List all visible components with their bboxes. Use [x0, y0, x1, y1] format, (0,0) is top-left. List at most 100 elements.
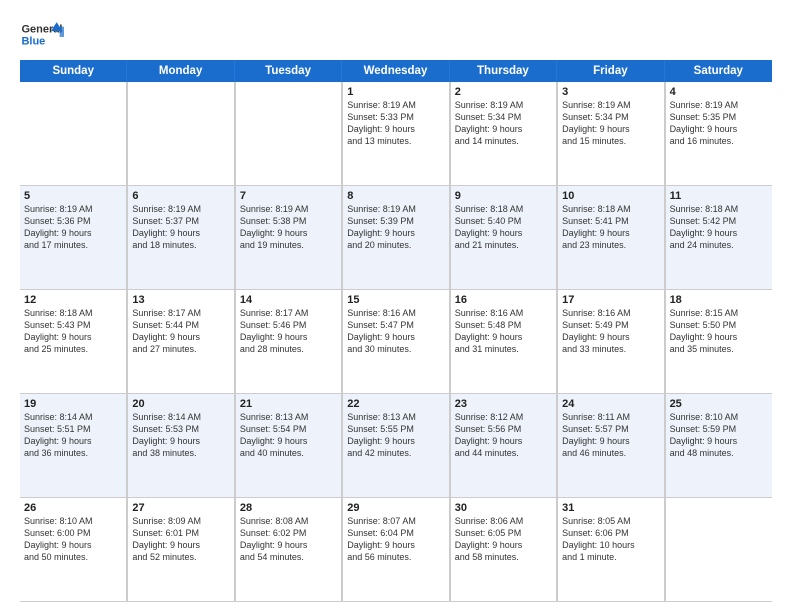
- day-cell-17: 17Sunrise: 8:16 AM Sunset: 5:49 PM Dayli…: [557, 290, 664, 394]
- day-cell-13: 13Sunrise: 8:17 AM Sunset: 5:44 PM Dayli…: [127, 290, 234, 394]
- day-cell-25: 25Sunrise: 8:10 AM Sunset: 5:59 PM Dayli…: [665, 394, 772, 498]
- day-number: 8: [347, 190, 444, 202]
- day-cell-28: 28Sunrise: 8:08 AM Sunset: 6:02 PM Dayli…: [235, 498, 342, 602]
- empty-cell: [20, 82, 127, 186]
- weekday-header-tuesday: Tuesday: [235, 60, 342, 82]
- day-info: Sunrise: 8:17 AM Sunset: 5:44 PM Dayligh…: [132, 307, 229, 356]
- day-number: 7: [240, 190, 337, 202]
- day-info: Sunrise: 8:05 AM Sunset: 6:06 PM Dayligh…: [562, 515, 659, 564]
- day-info: Sunrise: 8:16 AM Sunset: 5:47 PM Dayligh…: [347, 307, 444, 356]
- day-info: Sunrise: 8:16 AM Sunset: 5:49 PM Dayligh…: [562, 307, 659, 356]
- day-number: 31: [562, 502, 659, 514]
- day-cell-24: 24Sunrise: 8:11 AM Sunset: 5:57 PM Dayli…: [557, 394, 664, 498]
- logo: General Blue: [20, 16, 64, 52]
- day-number: 20: [132, 398, 229, 410]
- day-cell-3: 3Sunrise: 8:19 AM Sunset: 5:34 PM Daylig…: [557, 82, 664, 186]
- day-cell-31: 31Sunrise: 8:05 AM Sunset: 6:06 PM Dayli…: [557, 498, 664, 602]
- weekday-header-monday: Monday: [127, 60, 234, 82]
- day-cell-1: 1Sunrise: 8:19 AM Sunset: 5:33 PM Daylig…: [342, 82, 449, 186]
- weekday-header-wednesday: Wednesday: [342, 60, 449, 82]
- day-number: 11: [670, 190, 768, 202]
- day-info: Sunrise: 8:16 AM Sunset: 5:48 PM Dayligh…: [455, 307, 552, 356]
- day-info: Sunrise: 8:19 AM Sunset: 5:39 PM Dayligh…: [347, 203, 444, 252]
- day-info: Sunrise: 8:15 AM Sunset: 5:50 PM Dayligh…: [670, 307, 768, 356]
- day-number: 24: [562, 398, 659, 410]
- weekday-header-friday: Friday: [557, 60, 664, 82]
- day-number: 4: [670, 86, 768, 98]
- day-number: 25: [670, 398, 768, 410]
- day-cell-18: 18Sunrise: 8:15 AM Sunset: 5:50 PM Dayli…: [665, 290, 772, 394]
- day-info: Sunrise: 8:17 AM Sunset: 5:46 PM Dayligh…: [240, 307, 337, 356]
- day-number: 29: [347, 502, 444, 514]
- day-number: 28: [240, 502, 337, 514]
- day-number: 19: [24, 398, 122, 410]
- day-number: 2: [455, 86, 552, 98]
- day-cell-16: 16Sunrise: 8:16 AM Sunset: 5:48 PM Dayli…: [450, 290, 557, 394]
- day-cell-29: 29Sunrise: 8:07 AM Sunset: 6:04 PM Dayli…: [342, 498, 449, 602]
- day-number: 14: [240, 294, 337, 306]
- day-info: Sunrise: 8:13 AM Sunset: 5:55 PM Dayligh…: [347, 411, 444, 460]
- day-info: Sunrise: 8:09 AM Sunset: 6:01 PM Dayligh…: [132, 515, 229, 564]
- page: General Blue SundayMondayTuesdayWednesda…: [0, 0, 792, 612]
- calendar-header: SundayMondayTuesdayWednesdayThursdayFrid…: [20, 60, 772, 82]
- calendar-body: 1Sunrise: 8:19 AM Sunset: 5:33 PM Daylig…: [20, 82, 772, 602]
- day-cell-10: 10Sunrise: 8:18 AM Sunset: 5:41 PM Dayli…: [557, 186, 664, 290]
- day-number: 22: [347, 398, 444, 410]
- day-info: Sunrise: 8:13 AM Sunset: 5:54 PM Dayligh…: [240, 411, 337, 460]
- day-info: Sunrise: 8:19 AM Sunset: 5:37 PM Dayligh…: [132, 203, 229, 252]
- day-cell-26: 26Sunrise: 8:10 AM Sunset: 6:00 PM Dayli…: [20, 498, 127, 602]
- day-number: 3: [562, 86, 659, 98]
- day-cell-9: 9Sunrise: 8:18 AM Sunset: 5:40 PM Daylig…: [450, 186, 557, 290]
- day-info: Sunrise: 8:18 AM Sunset: 5:41 PM Dayligh…: [562, 203, 659, 252]
- day-info: Sunrise: 8:07 AM Sunset: 6:04 PM Dayligh…: [347, 515, 444, 564]
- day-info: Sunrise: 8:19 AM Sunset: 5:34 PM Dayligh…: [562, 99, 659, 148]
- empty-cell: [235, 82, 342, 186]
- day-info: Sunrise: 8:11 AM Sunset: 5:57 PM Dayligh…: [562, 411, 659, 460]
- day-cell-8: 8Sunrise: 8:19 AM Sunset: 5:39 PM Daylig…: [342, 186, 449, 290]
- day-number: 17: [562, 294, 659, 306]
- day-cell-14: 14Sunrise: 8:17 AM Sunset: 5:46 PM Dayli…: [235, 290, 342, 394]
- day-info: Sunrise: 8:19 AM Sunset: 5:38 PM Dayligh…: [240, 203, 337, 252]
- day-info: Sunrise: 8:10 AM Sunset: 6:00 PM Dayligh…: [24, 515, 122, 564]
- empty-cell: [127, 82, 234, 186]
- day-cell-7: 7Sunrise: 8:19 AM Sunset: 5:38 PM Daylig…: [235, 186, 342, 290]
- day-cell-19: 19Sunrise: 8:14 AM Sunset: 5:51 PM Dayli…: [20, 394, 127, 498]
- day-info: Sunrise: 8:19 AM Sunset: 5:33 PM Dayligh…: [347, 99, 444, 148]
- day-number: 18: [670, 294, 768, 306]
- day-cell-2: 2Sunrise: 8:19 AM Sunset: 5:34 PM Daylig…: [450, 82, 557, 186]
- day-number: 21: [240, 398, 337, 410]
- day-info: Sunrise: 8:10 AM Sunset: 5:59 PM Dayligh…: [670, 411, 768, 460]
- day-number: 1: [347, 86, 444, 98]
- day-info: Sunrise: 8:18 AM Sunset: 5:42 PM Dayligh…: [670, 203, 768, 252]
- day-cell-22: 22Sunrise: 8:13 AM Sunset: 5:55 PM Dayli…: [342, 394, 449, 498]
- day-number: 6: [132, 190, 229, 202]
- day-number: 23: [455, 398, 552, 410]
- day-cell-6: 6Sunrise: 8:19 AM Sunset: 5:37 PM Daylig…: [127, 186, 234, 290]
- weekday-header-thursday: Thursday: [450, 60, 557, 82]
- day-info: Sunrise: 8:19 AM Sunset: 5:36 PM Dayligh…: [24, 203, 122, 252]
- day-cell-20: 20Sunrise: 8:14 AM Sunset: 5:53 PM Dayli…: [127, 394, 234, 498]
- day-number: 12: [24, 294, 122, 306]
- calendar: SundayMondayTuesdayWednesdayThursdayFrid…: [20, 60, 772, 602]
- weekday-header-sunday: Sunday: [20, 60, 127, 82]
- day-number: 10: [562, 190, 659, 202]
- day-info: Sunrise: 8:12 AM Sunset: 5:56 PM Dayligh…: [455, 411, 552, 460]
- day-info: Sunrise: 8:18 AM Sunset: 5:40 PM Dayligh…: [455, 203, 552, 252]
- day-number: 26: [24, 502, 122, 514]
- day-cell-27: 27Sunrise: 8:09 AM Sunset: 6:01 PM Dayli…: [127, 498, 234, 602]
- day-number: 13: [132, 294, 229, 306]
- day-number: 5: [24, 190, 122, 202]
- day-number: 9: [455, 190, 552, 202]
- logo-icon: General Blue: [20, 16, 64, 52]
- header: General Blue: [20, 16, 772, 52]
- day-cell-23: 23Sunrise: 8:12 AM Sunset: 5:56 PM Dayli…: [450, 394, 557, 498]
- day-cell-15: 15Sunrise: 8:16 AM Sunset: 5:47 PM Dayli…: [342, 290, 449, 394]
- day-info: Sunrise: 8:19 AM Sunset: 5:35 PM Dayligh…: [670, 99, 768, 148]
- day-cell-4: 4Sunrise: 8:19 AM Sunset: 5:35 PM Daylig…: [665, 82, 772, 186]
- day-cell-11: 11Sunrise: 8:18 AM Sunset: 5:42 PM Dayli…: [665, 186, 772, 290]
- day-number: 27: [132, 502, 229, 514]
- weekday-header-saturday: Saturday: [665, 60, 772, 82]
- day-cell-21: 21Sunrise: 8:13 AM Sunset: 5:54 PM Dayli…: [235, 394, 342, 498]
- day-number: 16: [455, 294, 552, 306]
- day-info: Sunrise: 8:08 AM Sunset: 6:02 PM Dayligh…: [240, 515, 337, 564]
